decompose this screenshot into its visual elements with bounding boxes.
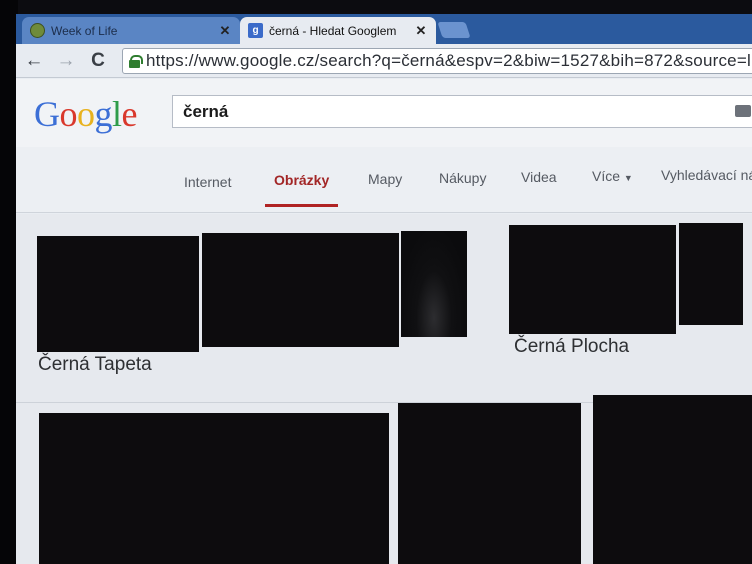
address-url: https://www.google.cz/search?q=černá&esp…: [146, 51, 752, 70]
week-of-life-favicon-icon: [30, 23, 45, 38]
lock-icon: [129, 54, 143, 68]
camera-icon[interactable]: [735, 105, 751, 117]
tab-week-of-life[interactable]: Week of Life ✕: [22, 17, 240, 44]
nav-vice[interactable]: Více ▼: [592, 168, 633, 184]
google-header: Google černá: [16, 79, 752, 147]
nav-mapy[interactable]: Mapy: [368, 171, 402, 187]
search-input[interactable]: černá: [172, 95, 752, 128]
tab-title: černá - Hledat Googlem: [269, 23, 397, 38]
logo-letter: o: [77, 94, 95, 134]
tab-strip: Week of Life ✕ g černá - Hledat Googlem …: [16, 14, 752, 44]
image-thumbnail[interactable]: [401, 231, 467, 337]
image-thumbnail[interactable]: [398, 403, 581, 564]
image-thumbnail[interactable]: [593, 395, 752, 564]
nav-videa[interactable]: Videa: [521, 169, 557, 185]
close-tab-icon[interactable]: ✕: [414, 23, 428, 39]
nav-nakupy[interactable]: Nákupy: [439, 170, 486, 186]
tab-title: Week of Life: [51, 23, 118, 38]
logo-letter: g: [94, 94, 113, 134]
image-results: Černá Tapeta Černá Plocha: [16, 214, 752, 564]
logo-letter: o: [59, 94, 78, 134]
browser-window: Week of Life ✕ g černá - Hledat Googlem …: [16, 14, 752, 564]
forward-arrow-icon[interactable]: →: [54, 50, 78, 72]
image-group-label[interactable]: Černá Plocha: [514, 336, 629, 358]
search-query-text: černá: [183, 101, 229, 121]
browser-toolbar: ← → C https://www.google.cz/search?q=čer…: [16, 44, 752, 78]
google-logo[interactable]: Google: [34, 93, 138, 135]
close-tab-icon[interactable]: ✕: [218, 23, 232, 39]
caret-down-icon: ▼: [623, 173, 633, 183]
google-favicon-icon: g: [248, 23, 263, 38]
image-thumbnail[interactable]: [202, 233, 399, 347]
logo-letter: l: [112, 94, 122, 134]
nav-vice-label: Více: [592, 168, 621, 184]
image-thumbnail[interactable]: [679, 223, 743, 325]
logo-letter: e: [121, 94, 138, 134]
image-thumbnail[interactable]: [39, 413, 389, 564]
reload-icon[interactable]: C: [86, 50, 110, 72]
nav-search-tools[interactable]: Vyhledávací ná: [661, 167, 752, 183]
new-tab-button[interactable]: [437, 22, 471, 38]
image-thumbnail[interactable]: [37, 236, 199, 352]
logo-letter: G: [34, 94, 60, 134]
image-group-label[interactable]: Černá Tapeta: [38, 354, 152, 376]
tab-google-search[interactable]: g černá - Hledat Googlem ✕: [240, 17, 436, 44]
nav-obrazky[interactable]: Obrázky: [264, 172, 339, 207]
search-type-nav: Internet Obrázky Mapy Nákupy Videa Více …: [16, 147, 752, 213]
address-bar[interactable]: https://www.google.cz/search?q=černá&esp…: [122, 48, 752, 74]
nav-internet[interactable]: Internet: [184, 174, 231, 190]
image-thumbnail[interactable]: [509, 225, 676, 334]
back-arrow-icon[interactable]: ←: [22, 50, 46, 72]
